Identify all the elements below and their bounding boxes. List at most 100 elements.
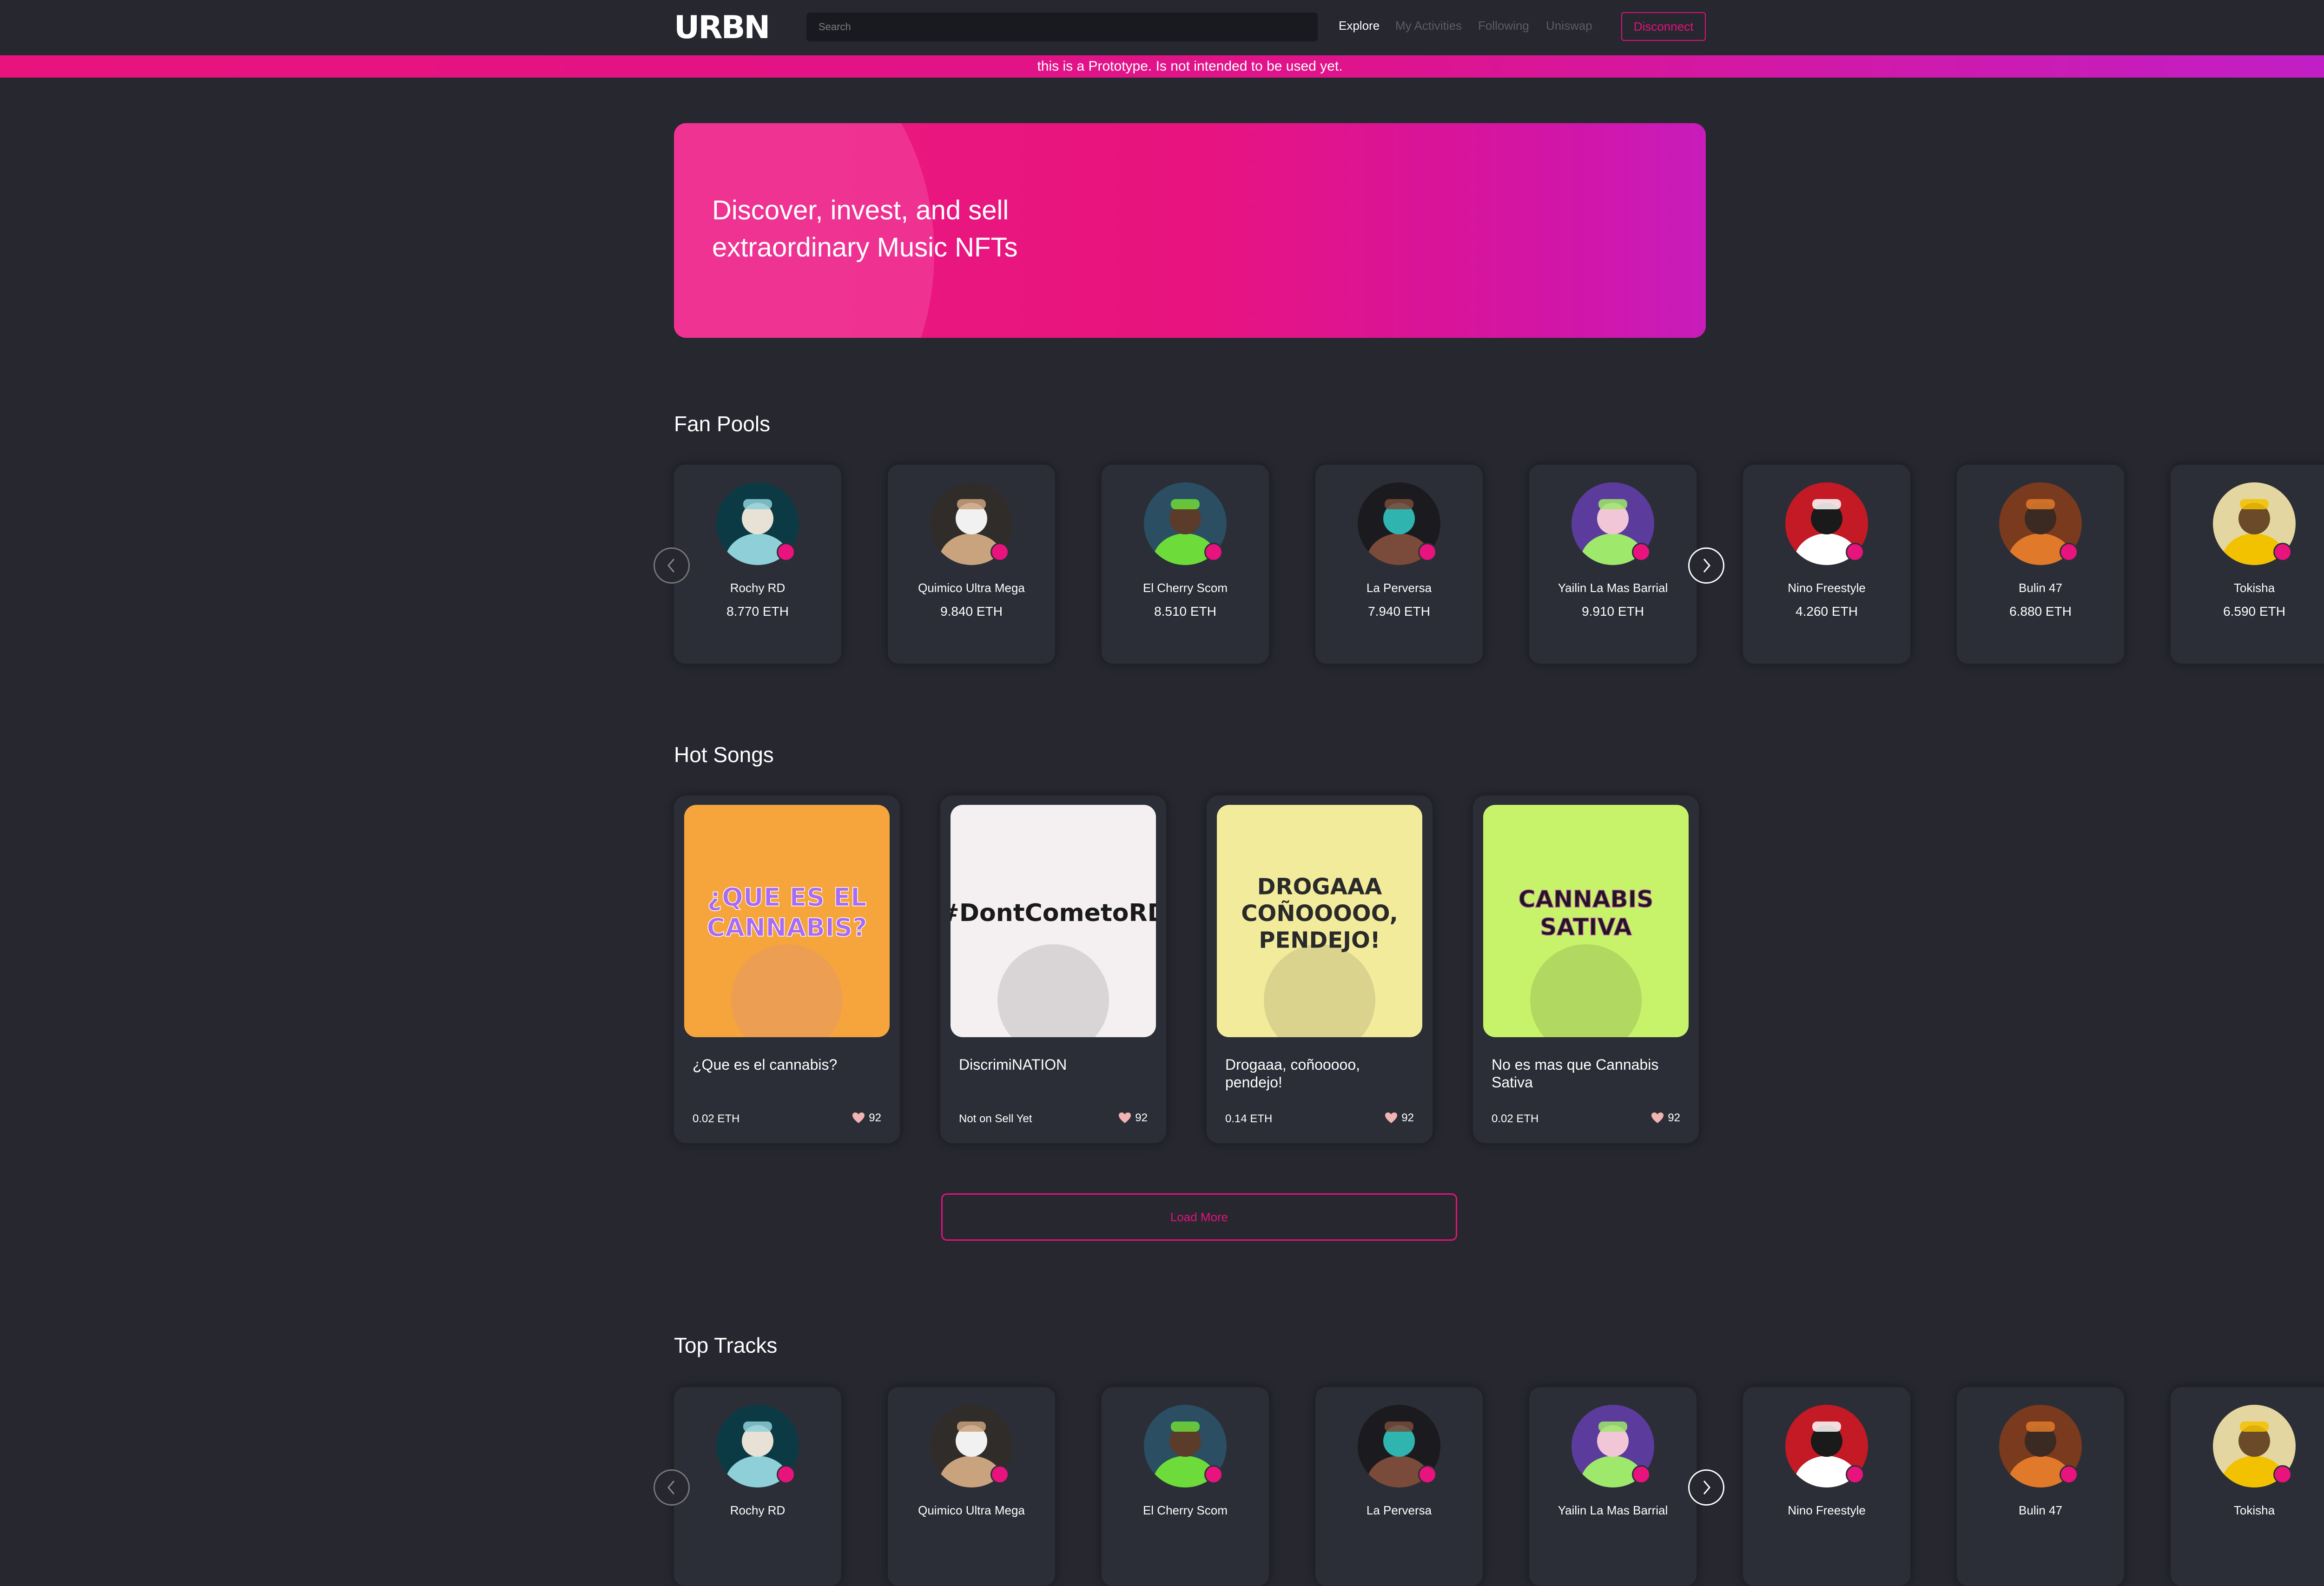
chevron-right-icon <box>1703 559 1710 573</box>
song-title: No es mas que Cannabis Sativa <box>1492 1056 1659 1091</box>
artist-name: Tokisha <box>2233 581 2275 595</box>
verified-badge-icon <box>777 1465 795 1484</box>
chevron-right-icon <box>1703 1481 1710 1494</box>
song-card[interactable]: DROGAAA COÑOOOOO, PENDEJO! Drogaaa, coñoooo… <box>1207 796 1433 1143</box>
top-tracks-title: Top Tracks <box>674 1333 778 1357</box>
artist-card[interactable]: Tokisha 6.590 ETH <box>2171 465 2324 664</box>
heart-icon <box>1651 1112 1664 1123</box>
song-likes[interactable]: 92 <box>852 1112 881 1125</box>
artist-card[interactable]: La Perversa <box>1315 1387 1483 1586</box>
nav-following[interactable]: Following <box>1478 19 1529 33</box>
song-price: 0.02 ETH <box>1492 1112 1539 1125</box>
song-title: DiscrimiNATION <box>959 1056 1067 1073</box>
song-cover-art: ¿QUE ES EL CANNABIS? <box>684 805 890 1037</box>
artist-avatar-wrap <box>2213 1405 2296 1487</box>
artist-avatar-wrap <box>716 1405 799 1487</box>
song-card[interactable]: ¿QUE ES EL CANNABIS? ¿Que es el cannabis? 0… <box>674 796 900 1143</box>
artist-card[interactable]: Yailin La Mas Barrial 9.910 ETH <box>1529 465 1697 664</box>
urbn-logo[interactable]: URBN <box>674 10 791 44</box>
load-more-button[interactable]: Load More <box>941 1193 1457 1241</box>
artist-card[interactable]: Rochy RD 8.770 ETH <box>674 465 841 664</box>
song-cover-art: DROGAAA COÑOOOOO, PENDEJO! <box>1217 805 1422 1037</box>
search-input[interactable] <box>818 20 1307 33</box>
song-like-count: 92 <box>869 1112 881 1124</box>
artist-price: 8.770 ETH <box>726 604 789 619</box>
song-likes[interactable]: 92 <box>1385 1112 1414 1125</box>
song-like-count: 92 <box>1668 1112 1680 1124</box>
artist-avatar-wrap <box>1785 482 1868 565</box>
fan-pools-prev-button[interactable] <box>654 547 690 584</box>
verified-badge-icon <box>2273 543 2292 561</box>
verified-badge-icon <box>1846 1465 1864 1484</box>
hero-banner: Discover, invest, and sell extraordinary… <box>674 123 1706 338</box>
verified-badge-icon <box>990 543 1009 561</box>
artist-avatar-wrap <box>1571 1405 1654 1487</box>
artist-avatar-wrap <box>1785 1405 1868 1487</box>
artist-avatar-wrap <box>2213 482 2296 565</box>
artist-card[interactable]: Tokisha <box>2171 1387 2324 1586</box>
heart-icon <box>852 1112 865 1123</box>
hero-line-2: extraordinary Music NFTs <box>712 232 1018 263</box>
nav-my-activities[interactable]: My Activities <box>1395 19 1462 33</box>
artist-card[interactable]: Quimico Ultra Mega 9.840 ETH <box>888 465 1055 664</box>
verified-badge-icon <box>1418 543 1437 561</box>
disconnect-button[interactable]: Disconnect <box>1621 12 1706 41</box>
fan-pools-next-button[interactable] <box>1688 547 1724 584</box>
song-price: 0.14 ETH <box>1225 1112 1273 1125</box>
artist-name: La Perversa <box>1366 1503 1432 1517</box>
artist-name: Yailin La Mas Barrial <box>1558 1503 1668 1517</box>
song-like-count: 92 <box>1135 1112 1148 1124</box>
fan-pools-title: Fan Pools <box>674 412 771 436</box>
artist-avatar-wrap <box>1144 482 1227 565</box>
artist-avatar-wrap <box>1144 1405 1227 1487</box>
verified-badge-icon <box>1632 543 1651 561</box>
prototype-banner: this is a Prototype. Is not intended to … <box>0 55 2324 78</box>
artist-card[interactable]: Bulin 47 6.880 ETH <box>1957 465 2124 664</box>
song-price: Not on Sell Yet <box>959 1112 1032 1125</box>
verified-badge-icon <box>2060 1465 2078 1484</box>
artist-price: 8.510 ETH <box>1154 604 1216 619</box>
song-likes[interactable]: 92 <box>1118 1112 1148 1125</box>
artist-name: Yailin La Mas Barrial <box>1558 581 1668 595</box>
song-card[interactable]: #DontCometoRD DiscrimiNATION Not on Sell Y… <box>940 796 1166 1143</box>
artist-avatar-wrap <box>930 1405 1013 1487</box>
song-card[interactable]: CANNABIS SATIVA No es mas que Cannabis Sat… <box>1473 796 1699 1143</box>
artist-name: Quimico Ultra Mega <box>918 1503 1025 1517</box>
verified-badge-icon <box>2273 1465 2292 1484</box>
search-bar[interactable] <box>806 13 1318 41</box>
artist-card[interactable]: Nino Freestyle 4.260 ETH <box>1743 465 1910 664</box>
artist-card[interactable]: El Cherry Scom 8.510 ETH <box>1102 465 1269 664</box>
top-tracks-next-button[interactable] <box>1688 1469 1724 1506</box>
artist-price: 6.880 ETH <box>2009 604 2072 619</box>
artist-price: 4.260 ETH <box>1796 604 1858 619</box>
artist-card[interactable]: Yailin La Mas Barrial <box>1529 1387 1697 1586</box>
artist-name: Bulin 47 <box>2019 581 2062 595</box>
nav-uniswap[interactable]: Uniswap <box>1546 19 1592 33</box>
verified-badge-icon <box>1632 1465 1651 1484</box>
verified-badge-icon <box>1846 543 1864 561</box>
artist-card[interactable]: Quimico Ultra Mega <box>888 1387 1055 1586</box>
artist-card[interactable]: El Cherry Scom <box>1102 1387 1269 1586</box>
artist-avatar-wrap <box>1999 482 2082 565</box>
artist-name: Rochy RD <box>730 1503 786 1517</box>
chevron-left-icon <box>667 559 675 573</box>
song-likes[interactable]: 92 <box>1651 1112 1680 1125</box>
song-price: 0.02 ETH <box>693 1112 740 1125</box>
artist-card[interactable]: Nino Freestyle <box>1743 1387 1910 1586</box>
nav-explore[interactable]: Explore <box>1339 19 1380 33</box>
hot-songs-title: Hot Songs <box>674 743 774 767</box>
song-title: Drogaaa, coñooooo, pendejo! <box>1225 1056 1360 1091</box>
artist-price: 7.940 ETH <box>1368 604 1430 619</box>
svg-text:#DontCometoRD: #DontCometoRD <box>951 899 1156 927</box>
artist-card[interactable]: Rochy RD <box>674 1387 841 1586</box>
artist-card[interactable]: Bulin 47 <box>1957 1387 2124 1586</box>
artist-name: La Perversa <box>1366 581 1432 595</box>
artist-card[interactable]: La Perversa 7.940 ETH <box>1315 465 1483 664</box>
artist-name: Rochy RD <box>730 581 786 595</box>
top-tracks-prev-button[interactable] <box>654 1469 690 1506</box>
artist-name: Bulin 47 <box>2019 1503 2062 1517</box>
chevron-left-icon <box>667 1481 675 1494</box>
verified-badge-icon <box>777 543 795 561</box>
verified-badge-icon <box>990 1465 1009 1484</box>
artist-avatar-wrap <box>1999 1405 2082 1487</box>
